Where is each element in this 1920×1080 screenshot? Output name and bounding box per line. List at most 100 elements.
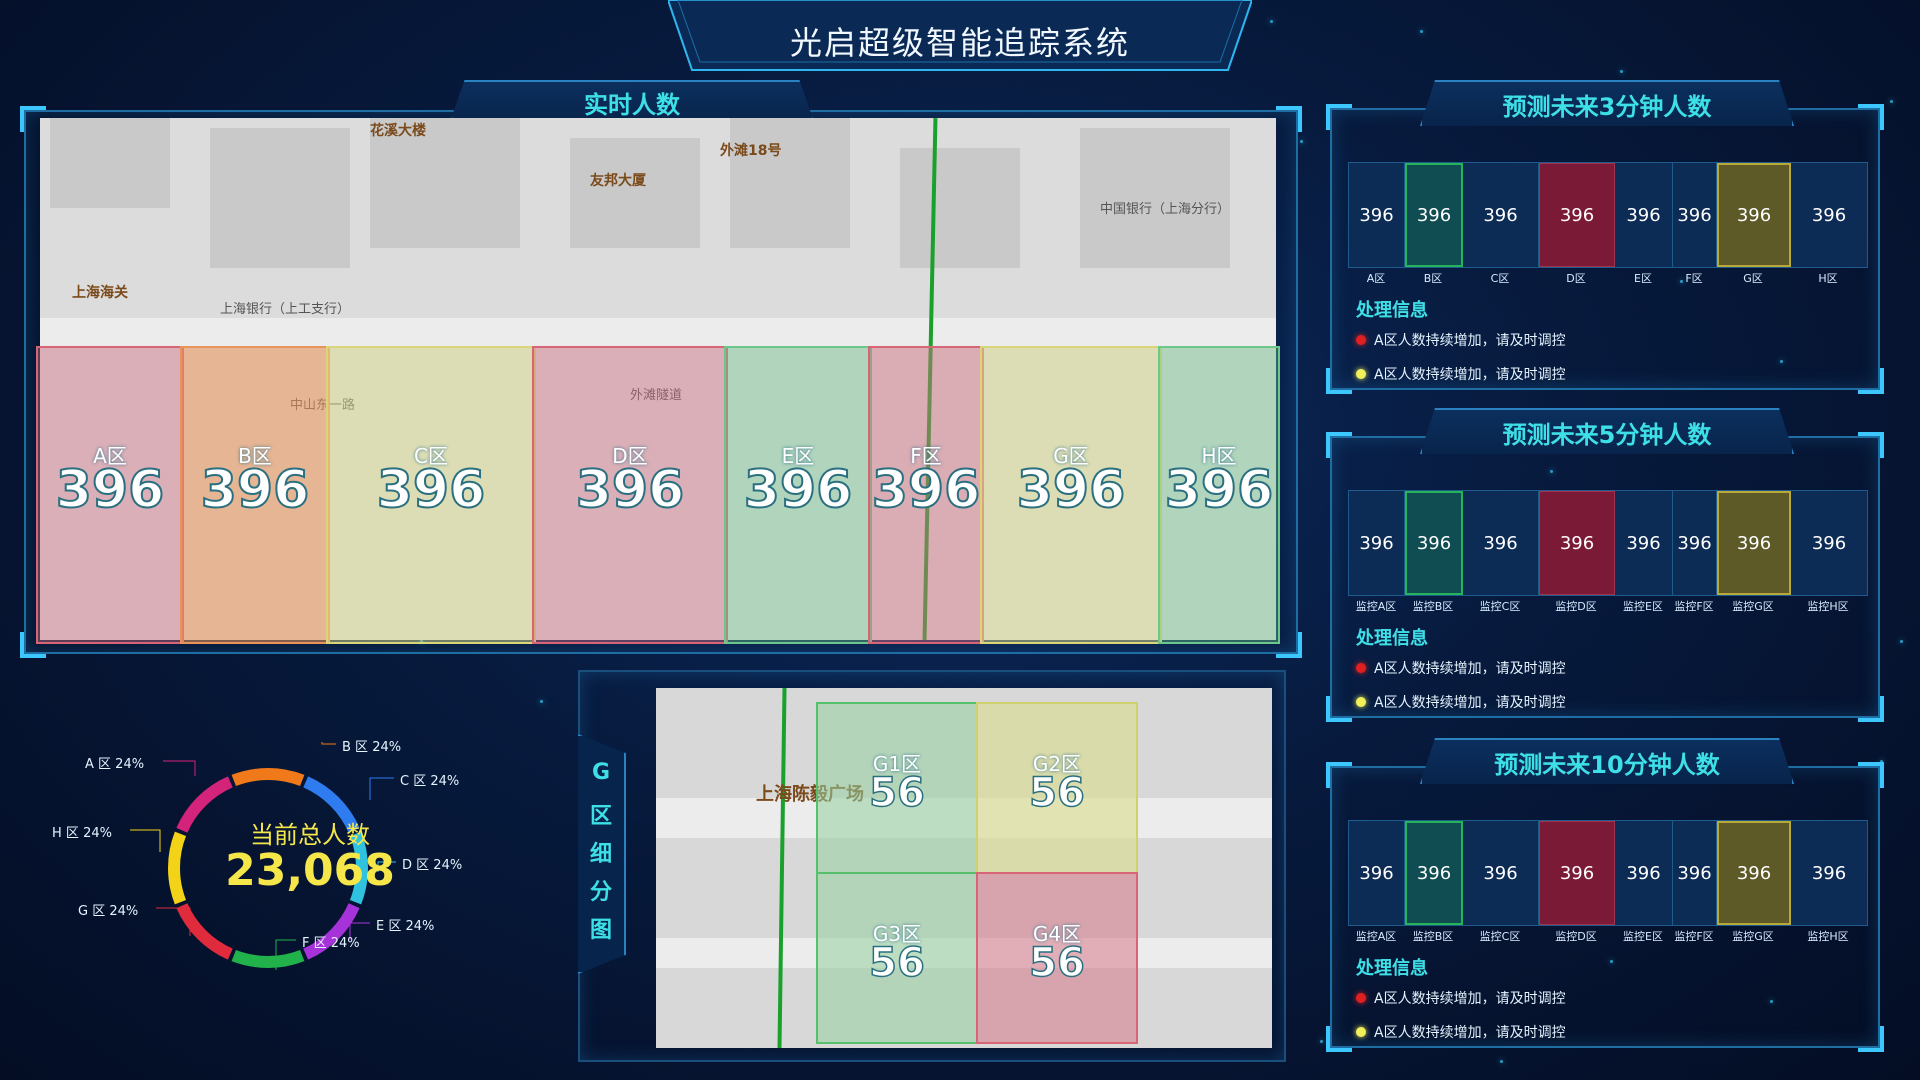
zone-count: 396: [743, 459, 854, 521]
zone-h[interactable]: H区 396: [1158, 346, 1280, 644]
donut-leader: [321, 742, 336, 745]
prediction-cell-label: D区: [1566, 272, 1586, 285]
prediction-cell[interactable]: 396: [1349, 821, 1405, 925]
prediction-cell[interactable]: 396: [1405, 491, 1463, 595]
prediction-cell[interactable]: 396: [1463, 491, 1539, 595]
prediction-cell[interactable]: 396: [1791, 163, 1867, 267]
zone-e[interactable]: E区 396: [724, 346, 872, 644]
prediction-cell[interactable]: 396: [1717, 821, 1791, 925]
donut-segment: [231, 949, 305, 968]
segment-name: F 区: [302, 936, 327, 951]
zone-c[interactable]: C区 396: [326, 346, 536, 644]
map-building: [210, 128, 350, 268]
corner-deco: [1326, 104, 1352, 130]
donut-label-2: C 区 24%: [400, 770, 459, 789]
zone-d[interactable]: D区 396: [532, 346, 728, 644]
prediction-cell[interactable]: 396: [1539, 821, 1615, 925]
info-title: 处理信息: [1356, 958, 1428, 979]
corner-deco: [1858, 104, 1884, 130]
zone-a[interactable]: A区 396: [36, 346, 184, 644]
prediction-cell-label: 监控C区: [1479, 600, 1521, 613]
segment-percent: 24%: [433, 858, 463, 873]
prediction-cell[interactable]: 396: [1349, 163, 1405, 267]
zone-count: 396: [200, 459, 311, 521]
prediction-cell[interactable]: 396: [1673, 491, 1717, 595]
prediction-cell[interactable]: 396: [1615, 821, 1673, 925]
prediction-cell-label: F区: [1685, 272, 1703, 285]
zone-count: 396: [55, 459, 166, 521]
info-message-text: A区人数持续增加，请及时调控: [1374, 1025, 1566, 1041]
info-message: A区人数持续增加，请及时调控: [1356, 692, 1566, 712]
prediction-cell-label: 监控F区: [1674, 600, 1714, 613]
prediction-cells: 396 396 396 396 396 396 396 396: [1348, 490, 1868, 596]
segment-name: G 区: [78, 904, 106, 919]
prediction-cell[interactable]: 396: [1539, 163, 1615, 267]
g-side-char: G: [591, 760, 611, 785]
prediction-cells: 396 396 396 396 396 396 396 396: [1348, 820, 1868, 926]
zone-b[interactable]: B区 396: [180, 346, 330, 644]
g-detail-side-title: G 区 细 分 图: [578, 734, 626, 974]
realtime-title: 实时人数: [450, 80, 814, 122]
corner-deco: [1858, 762, 1884, 788]
corner-deco: [1276, 106, 1302, 132]
corner-deco: [1858, 696, 1884, 722]
zone-f[interactable]: F区 396: [868, 346, 984, 644]
star: [1890, 100, 1893, 103]
prediction-cell[interactable]: 396: [1791, 491, 1867, 595]
prediction-cell-label: E区: [1634, 272, 1652, 285]
prediction-cell[interactable]: 396: [1615, 491, 1673, 595]
status-dot-icon: [1356, 369, 1366, 379]
map-label-4: 上海银行（上工支行）: [220, 302, 351, 317]
segment-name: A 区: [85, 757, 112, 772]
g-detail-map[interactable]: 上海陈毅广场 G1区 56 G2区 56 G3区 56 G4区 56: [656, 688, 1272, 1048]
donut-label-3: D 区 24%: [402, 854, 462, 873]
prediction-cell[interactable]: 396: [1615, 163, 1673, 267]
prediction-cell[interactable]: 396: [1673, 821, 1717, 925]
corner-deco: [1858, 432, 1884, 458]
prediction-cell[interactable]: 396: [1405, 821, 1463, 925]
prediction-cell[interactable]: 396: [1463, 163, 1539, 267]
segment-percent: 24%: [83, 826, 112, 841]
g-subzone-2[interactable]: G2区 56: [976, 702, 1138, 874]
prediction-cell[interactable]: 396: [1405, 163, 1463, 267]
donut-label-5: F 区 24%: [302, 932, 360, 951]
star: [1620, 70, 1623, 73]
map-building: [730, 118, 850, 248]
g-subzone-4[interactable]: G4区 56: [976, 872, 1138, 1044]
prediction-cell-label: 监控H区: [1807, 930, 1849, 943]
corner-deco: [1858, 1026, 1884, 1052]
star: [1320, 1040, 1323, 1043]
prediction-cell[interactable]: 396: [1539, 491, 1615, 595]
total-donut-chart: 当前总人数 23,068 A 区 24% B 区 24% C 区 24% D 区 24…: [40, 700, 560, 1000]
map-building: [570, 138, 700, 248]
prediction-cell[interactable]: 396: [1717, 163, 1791, 267]
zone-g[interactable]: G区 396: [980, 346, 1162, 644]
g-subzone-3[interactable]: G3区 56: [816, 872, 978, 1044]
donut-leader: [130, 829, 161, 852]
status-dot-icon: [1356, 1027, 1366, 1037]
prediction-cell[interactable]: 396: [1791, 821, 1867, 925]
g-side-char: 分: [589, 880, 612, 905]
info-title: 处理信息: [1356, 628, 1428, 649]
segment-percent: 24%: [430, 774, 460, 789]
prediction-cell-label: G区: [1743, 272, 1763, 285]
segment-name: E 区: [376, 919, 402, 934]
donut-segment: [176, 903, 233, 960]
prediction-panel-1: 396 396 396 396 396 396 396 396 A区 B区 C区 D区 E区 F区 G区 H区…: [1326, 80, 1884, 394]
prediction-cell[interactable]: 396: [1717, 491, 1791, 595]
g-subzone-1[interactable]: G1区 56: [816, 702, 978, 874]
info-message-text: A区人数持续增加，请及时调控: [1374, 661, 1566, 677]
prediction-cell[interactable]: 396: [1673, 163, 1717, 267]
prediction-cell-label: 监控H区: [1807, 600, 1849, 613]
prediction-frame: 396 396 396 396 396 396 396 396 A区 B区 C区 D区 E区 F区 G区 H区…: [1326, 104, 1884, 394]
metro-line: [777, 688, 787, 1048]
prediction-cell-label: 监控D区: [1555, 600, 1597, 613]
prediction-cell[interactable]: 396: [1349, 491, 1405, 595]
zone-count: 396: [1164, 459, 1275, 521]
donut-label-7: H 区 24%: [52, 822, 112, 841]
prediction-cell[interactable]: 396: [1463, 821, 1539, 925]
info-message: A区人数持续增加，请及时调控: [1356, 658, 1566, 678]
prediction-labels: A区 B区 C区 D区 E区 F区 G区 H区: [1348, 270, 1866, 286]
prediction-labels: 监控A区 监控B区 监控C区 监控D区 监控E区 监控F区 监控G区 监控H区: [1348, 598, 1866, 614]
segment-percent: 24%: [109, 904, 139, 919]
